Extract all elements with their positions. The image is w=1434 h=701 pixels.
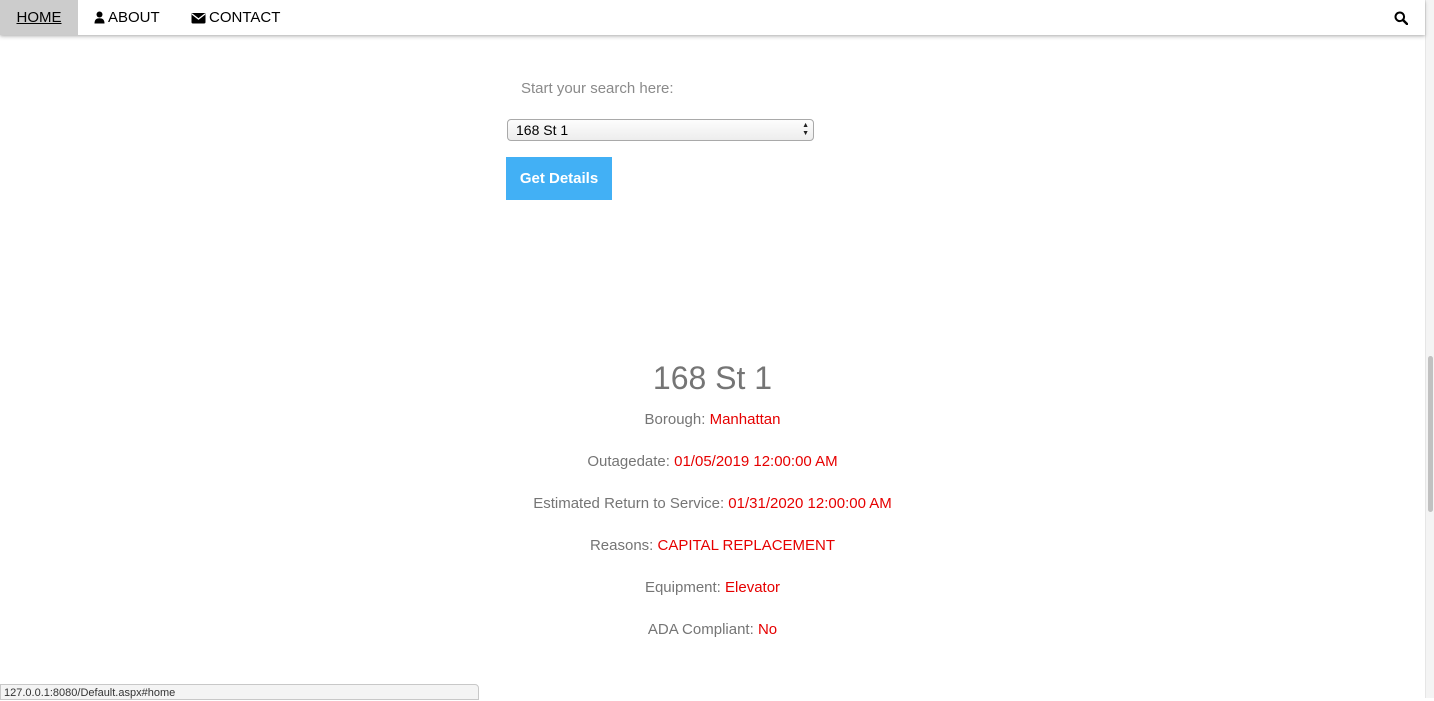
detail-ada-compliant: ADA Compliant: No [0,621,1425,638]
nav-home[interactable]: HOME [0,0,78,35]
detail-label: Outagedate: [587,453,670,470]
station-select-value: 168 St 1 [516,122,569,138]
detail-value: 01/31/2020 12:00:00 AM [728,495,892,512]
nav-about[interactable]: ABOUT [94,0,160,35]
detail-value: 01/05/2019 12:00:00 AM [674,453,838,470]
search-icon [1394,11,1408,25]
detail-outagedate: Outagedate: 01/05/2019 12:00:00 AM [0,453,1425,470]
detail-reasons: Reasons: CAPITAL REPLACEMENT [0,537,1425,554]
detail-label: Reasons: [589,537,654,554]
get-details-button[interactable]: Get Details [506,157,612,200]
nav-home-label: HOME [16,9,62,26]
detail-label: Equipment: [644,579,721,596]
page-scrollbar-track[interactable] [1425,0,1434,698]
detail-value: Manhattan [709,411,781,428]
detail-label: Borough: [644,411,706,428]
envelope-icon [191,12,206,23]
detail-label: ADA Compliant: [647,621,754,638]
detail-return-to-service: Estimated Return to Service: 01/31/2020 … [0,495,1425,512]
detail-equipment: Equipment: Elevator [0,579,1425,596]
detail-borough: Borough: Manhattan [0,411,1425,428]
station-select[interactable]: 168 St 1 ▲ ▼ [507,119,814,141]
detail-label: Estimated Return to Service: [533,495,725,512]
detail-value: No [757,621,778,638]
result-station-title: 168 St 1 [652,360,773,396]
page-scrollbar-thumb[interactable] [1428,356,1433,512]
select-arrows-icon: ▲ ▼ [802,122,809,137]
detail-value: CAPITAL REPLACEMENT [657,537,836,554]
nav-contact-label: CONTACT [209,9,281,26]
detail-value: Elevator [725,579,781,596]
nav-search-button[interactable] [1390,0,1414,35]
search-label: Start your search here: [521,80,674,97]
nav-about-label: ABOUT [108,9,160,26]
top-navbar: HOME ABOUT CONTACT [0,0,1425,35]
user-icon [94,11,105,24]
nav-contact[interactable]: CONTACT [191,0,280,35]
